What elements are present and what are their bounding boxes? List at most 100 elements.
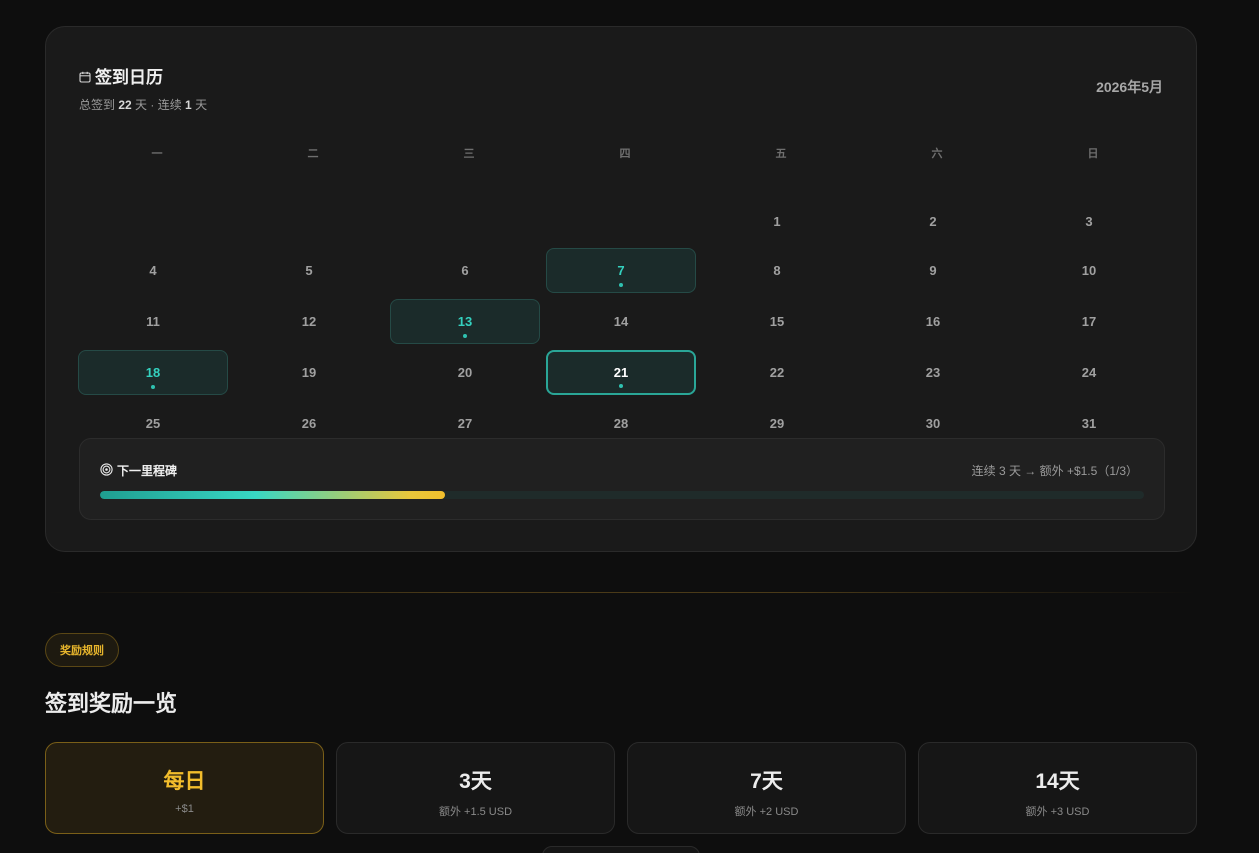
day-number: 17: [1081, 314, 1097, 329]
calendar-day[interactable]: 22: [702, 350, 852, 395]
calendar-day-today[interactable]: 21: [546, 350, 696, 395]
reward-card-title: 3天: [459, 770, 492, 793]
reward-card-amount: +$1: [175, 803, 194, 815]
calendar-day-signed[interactable]: 7: [546, 248, 696, 293]
section-divider: [45, 592, 1197, 593]
calendar-day[interactable]: 5: [234, 248, 384, 293]
calendar-day[interactable]: 19: [234, 350, 384, 395]
day-number: 7: [617, 263, 625, 278]
calendar-month: 2026年5月: [1096, 79, 1163, 95]
reward-card-amount: 额外 +3 USD: [1025, 806, 1090, 818]
day-number: 20: [457, 365, 473, 380]
target-icon: [100, 462, 113, 479]
reward-card: 3天 额外 +1.5 USD: [336, 742, 615, 834]
calendar-day[interactable]: 14: [546, 299, 696, 344]
day-number: 23: [925, 365, 941, 380]
calendar-day[interactable]: 8: [702, 248, 852, 293]
calendar-day[interactable]: 16: [858, 299, 1008, 344]
subtitle-prefix: 总签到: [79, 98, 119, 112]
milestone-progress-fill: [100, 491, 445, 499]
reward-card-title: 14天: [1035, 770, 1080, 793]
day-number: 15: [769, 314, 785, 329]
day-number: 9: [929, 263, 937, 278]
day-number: 5: [305, 263, 313, 278]
day-number: 6: [461, 263, 469, 278]
calendar-day[interactable]: 2: [858, 199, 1008, 244]
weekday-header: 一二三四五六日: [79, 145, 1165, 161]
checkin-calendar-card: 签到日历 总签到 22 天 · 连续 1 天 2026年5月 一 二 三 四 五 六 日 1…: [45, 26, 1197, 552]
calendar-day[interactable]: 17: [1014, 299, 1164, 344]
calendar-day[interactable]: 24: [1014, 350, 1164, 395]
calendar-title: 签到日历: [95, 68, 163, 87]
rewards-section-title: 签到奖励一览: [45, 691, 178, 716]
day-number: 16: [925, 314, 941, 329]
calendar-header: 签到日历 总签到 22 天 · 连续 1 天 2026年5月: [79, 63, 1163, 113]
calendar-day-signed[interactable]: 18: [78, 350, 228, 395]
calendar-day[interactable]: 20: [390, 350, 540, 395]
calendar-day[interactable]: 9: [858, 248, 1008, 293]
day-number: 19: [301, 365, 317, 380]
calendar-day-signed[interactable]: 13: [390, 299, 540, 344]
total-days: 22: [118, 98, 132, 112]
calendar-day[interactable]: 23: [858, 350, 1008, 395]
reward-card-title: 7天: [750, 770, 783, 793]
milestone-title-row: 下一里程碑: [100, 462, 177, 479]
bottom-button-partial[interactable]: [542, 846, 700, 853]
day-number: 4: [149, 263, 157, 278]
calendar-day[interactable]: 1: [702, 199, 852, 244]
milestone-title: 下一里程碑: [117, 464, 178, 478]
day-number: 24: [1081, 365, 1097, 380]
reward-card-title: 每日: [163, 770, 206, 793]
weekday-label: 六: [931, 148, 943, 160]
calendar-day[interactable]: 11: [78, 299, 228, 344]
day-number: 2: [929, 214, 937, 229]
calendar-subtitle: 总签到 22 天 · 连续 1 天: [79, 96, 1163, 113]
calendar-day[interactable]: 12: [234, 299, 384, 344]
day-number: 29: [769, 416, 785, 431]
signed-dot: [619, 384, 623, 388]
next-milestone-panel: 下一里程碑 连续 3 天 → 额外 +$1.5（1/3）: [79, 438, 1165, 520]
day-number: 12: [301, 314, 317, 329]
page: 签到日历 总签到 22 天 · 连续 1 天 2026年5月 一 二 三 四 五 六 日 1…: [0, 0, 1259, 853]
weekday-label: 一: [151, 148, 163, 160]
calendar-icon: [79, 70, 91, 83]
calendar-day[interactable]: 4: [78, 248, 228, 293]
weekday-label: 二: [307, 148, 319, 160]
day-number: 21: [613, 365, 629, 380]
calendar-day[interactable]: 3: [1014, 199, 1164, 244]
weekday-label: 四: [619, 148, 631, 160]
milestone-progress-track: [100, 491, 1144, 499]
day-number: 22: [769, 365, 785, 380]
calendar-day[interactable]: 10: [1014, 248, 1164, 293]
day-number: 10: [1081, 263, 1097, 278]
reward-card: 7天额外 +2 USD: [627, 742, 906, 834]
day-number: 14: [613, 314, 629, 329]
streak-days: 1: [185, 98, 192, 112]
day-number: 31: [1081, 416, 1097, 431]
day-number: 8: [773, 263, 781, 278]
day-number: 25: [145, 416, 161, 431]
signed-dot: [619, 283, 623, 287]
reward-card-amount: 额外 +2 USD: [734, 806, 799, 818]
milestone-info: 连续 3 天 → 额外 +$1.5（1/3）: [971, 464, 1138, 478]
subtitle-suffix: 天: [191, 98, 208, 112]
calendar-title-row: 签到日历: [79, 63, 1163, 88]
weekday-label: 五: [775, 148, 787, 160]
weekday-label: 三: [463, 148, 475, 160]
day-number: 30: [925, 416, 941, 431]
calendar-day[interactable]: 15: [702, 299, 852, 344]
calendar-day[interactable]: 6: [390, 248, 540, 293]
day-number: 28: [613, 416, 629, 431]
day-number: 27: [457, 416, 473, 431]
subtitle-mid: 天 · 连续: [131, 98, 186, 112]
rules-badge: 奖励规则: [45, 633, 119, 667]
day-number: 11: [146, 314, 160, 329]
day-number: 1: [773, 214, 781, 229]
reward-card: 每日 +$1: [45, 742, 324, 834]
signed-dot: [463, 334, 467, 338]
weekday-label: 日: [1087, 148, 1099, 160]
day-number: 3: [1085, 214, 1093, 229]
day-number: 13: [457, 314, 473, 329]
reward-card: 14天额外 +3 USD: [918, 742, 1197, 834]
day-number: 18: [145, 365, 161, 380]
